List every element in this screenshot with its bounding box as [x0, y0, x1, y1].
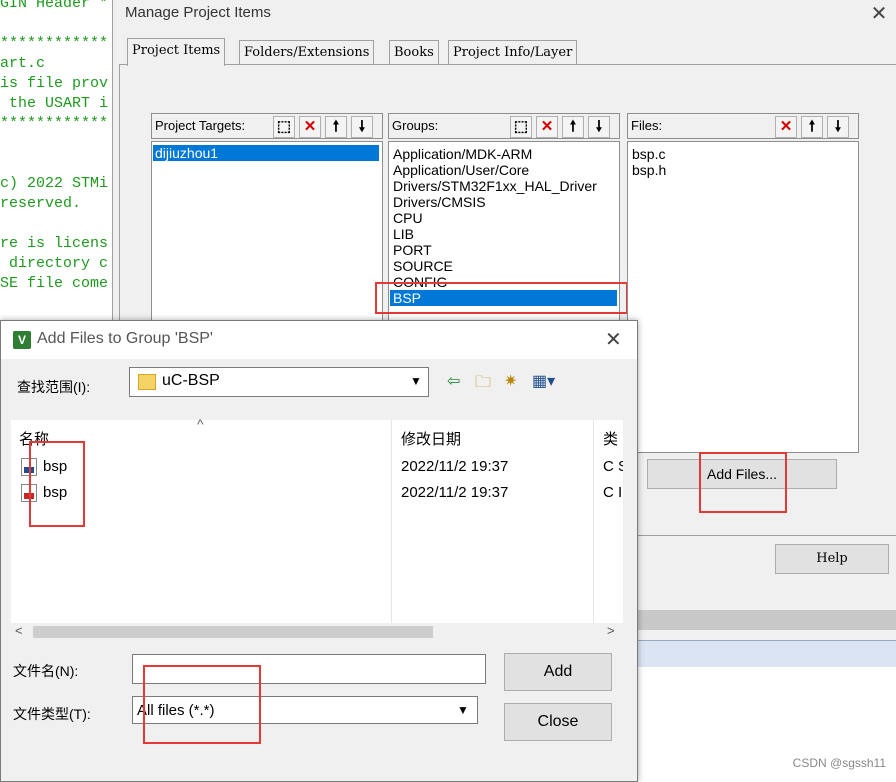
highlight-box	[143, 665, 261, 744]
up-folder-icon[interactable]: 🗀	[475, 371, 491, 398]
delete-file-icon[interactable]: ✕	[775, 116, 797, 138]
groups-header: Groups: ⬚ ✕ 🠕 🠗	[388, 113, 620, 139]
code-line: GIN Header *	[0, 0, 109, 12]
lookin-dropdown[interactable]: uC-BSP ▼	[129, 367, 429, 397]
code-line: ************	[0, 35, 109, 52]
files-label: Files:	[631, 118, 663, 133]
file-list[interactable]: ^ 名称 修改日期 类 bsp 2022/11/2 19:37 C S bsp …	[11, 416, 623, 624]
add-files-dialog: V Add Files to Group 'BSP' ✕ 查找范围(I): uC…	[0, 320, 638, 782]
table-row[interactable]: bsp 2022/11/2 19:37 C S	[11, 454, 623, 480]
move-up-icon[interactable]: 🠕	[562, 116, 584, 138]
close-icon[interactable]: ✕	[865, 2, 893, 26]
chevron-down-icon[interactable]: ▼	[410, 374, 422, 388]
column-divider	[593, 420, 594, 624]
tab-books[interactable]: Books	[389, 40, 439, 65]
background-window-band	[636, 640, 896, 667]
move-down-icon[interactable]: 🠗	[827, 116, 849, 138]
code-line: art.c	[0, 55, 46, 72]
move-down-icon[interactable]: 🠗	[351, 116, 373, 138]
dialog-title: Manage Project Items	[125, 4, 271, 21]
files-header: Files: ✕ 🠕 🠗	[627, 113, 859, 139]
watermark: CSDN @sgssh11	[792, 756, 886, 770]
highlight-box	[699, 452, 787, 513]
list-item[interactable]: Application/User/Core	[393, 162, 529, 178]
project-targets-header: Project Targets: ⬚ ✕ 🠕 🠗	[151, 113, 383, 139]
tab-folders-extensions[interactable]: Folders/Extensions	[239, 40, 375, 65]
chevron-down-icon[interactable]: ▼	[457, 703, 469, 717]
column-header-type[interactable]: 类	[603, 428, 623, 449]
scrollbar-thumb[interactable]	[33, 626, 433, 638]
keil-logo-icon: V	[13, 331, 31, 349]
code-line: reserved.	[0, 195, 82, 212]
list-item[interactable]: SOURCE	[393, 258, 453, 274]
project-targets-list[interactable]: dijiuzhou1	[151, 141, 383, 333]
sort-indicator-icon: ^	[197, 416, 204, 432]
list-item[interactable]: CPU	[393, 210, 423, 226]
help-button[interactable]: Help	[775, 544, 889, 574]
delete-group-icon[interactable]: ✕	[536, 116, 558, 138]
lookin-label: 查找范围(I):	[17, 379, 91, 395]
close-button[interactable]: Close	[504, 703, 612, 741]
background-scrollbar	[636, 610, 896, 630]
close-icon[interactable]: ✕	[605, 327, 622, 352]
code-line: ************	[0, 115, 109, 132]
horizontal-scrollbar[interactable]: < >	[11, 623, 623, 641]
view-menu-icon[interactable]: ▦▾	[532, 371, 555, 391]
file-date: 2022/11/2 19:37	[401, 484, 509, 501]
title-bar: V Add Files to Group 'BSP' ✕	[1, 321, 637, 359]
code-line: directory c	[0, 255, 109, 272]
move-up-icon[interactable]: 🠕	[801, 116, 823, 138]
project-targets-label: Project Targets:	[155, 118, 246, 133]
code-line: the USART i	[0, 95, 109, 112]
groups-label: Groups:	[392, 118, 439, 133]
highlight-box	[29, 441, 85, 527]
file-type: C I	[603, 484, 623, 501]
move-up-icon[interactable]: 🠕	[325, 116, 347, 138]
lookin-value: uC-BSP	[162, 372, 220, 389]
file-date: 2022/11/2 19:37	[401, 458, 509, 475]
move-down-icon[interactable]: 🠗	[588, 116, 610, 138]
files-list[interactable]: bsp.c bsp.h	[627, 141, 859, 453]
list-item[interactable]: bsp.h	[632, 162, 666, 178]
add-button[interactable]: Add	[504, 653, 612, 691]
filetype-label: 文件类型(T):	[13, 706, 91, 722]
new-folder-icon[interactable]: ✷	[504, 371, 517, 391]
folder-icon	[138, 374, 156, 390]
file-type: C S	[603, 458, 623, 475]
code-line: SE file come	[0, 275, 109, 292]
delete-target-icon[interactable]: ✕	[299, 116, 321, 138]
list-item[interactable]: Drivers/CMSIS	[393, 194, 486, 210]
list-item[interactable]: Application/MDK-ARM	[393, 146, 532, 162]
list-item[interactable]: dijiuzhou1	[153, 145, 379, 161]
list-item[interactable]: Drivers/STM32F1xx_HAL_Driver	[393, 178, 597, 194]
new-target-icon[interactable]: ⬚	[273, 116, 295, 138]
list-item[interactable]: bsp.c	[632, 146, 665, 162]
code-line: re is licens	[0, 235, 109, 252]
tab-project-info-layer[interactable]: Project Info/Layer	[448, 40, 578, 65]
dialog-title: Add Files to Group 'BSP'	[37, 330, 213, 347]
new-group-icon[interactable]: ⬚	[510, 116, 532, 138]
filename-label: 文件名(N):	[13, 663, 79, 679]
scroll-left-icon[interactable]: <	[15, 623, 23, 638]
table-row[interactable]: bsp 2022/11/2 19:37 C I	[11, 480, 623, 506]
list-item[interactable]: LIB	[393, 226, 414, 242]
code-line: is file prov	[0, 75, 109, 92]
list-item[interactable]: PORT	[393, 242, 432, 258]
scroll-right-icon[interactable]: >	[607, 623, 615, 638]
code-line: c) 2022 STMi	[0, 175, 109, 192]
back-arrow-icon[interactable]: ⇦	[447, 371, 460, 391]
column-divider	[391, 420, 392, 624]
highlight-box	[375, 282, 628, 314]
tab-project-items[interactable]: Project Items	[127, 38, 226, 66]
column-header-date[interactable]: 修改日期	[401, 428, 461, 449]
